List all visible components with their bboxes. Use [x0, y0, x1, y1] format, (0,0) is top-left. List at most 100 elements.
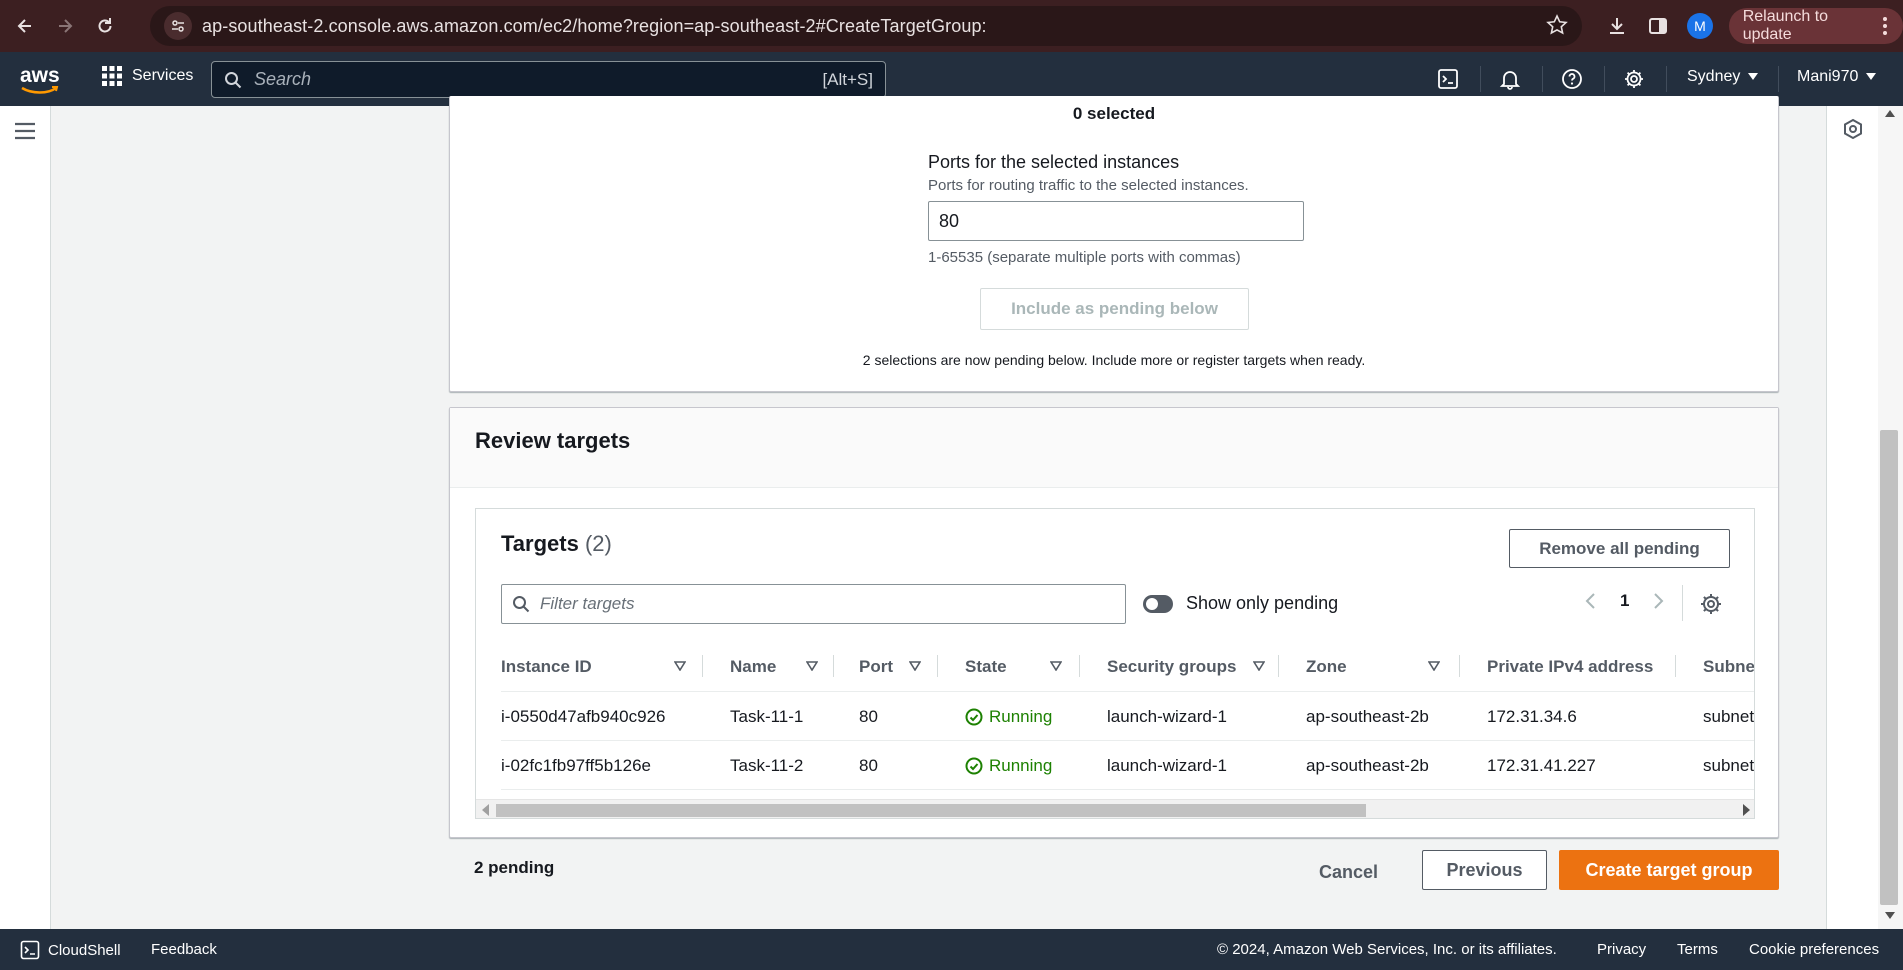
cloudshell-link[interactable]: CloudShell	[20, 940, 121, 960]
ports-description: Ports for routing traffic to the selecte…	[928, 177, 1249, 194]
column-header-subnet[interactable]: Subnet	[1703, 657, 1754, 677]
table-settings-gear-icon[interactable]	[1700, 593, 1722, 615]
table-row[interactable]: i-0550d47afb940c926 Task-11-1 80 Running…	[501, 692, 1754, 741]
column-divider	[937, 655, 938, 677]
state-label: Running	[989, 707, 1053, 726]
download-icon[interactable]	[1596, 8, 1638, 44]
address-bar[interactable]: ap-southeast-2.console.aws.amazon.com/ec…	[150, 6, 1582, 46]
column-divider	[1459, 655, 1460, 677]
sort-caret-icon[interactable]	[674, 661, 686, 671]
horizontal-scroll-thumb[interactable]	[496, 804, 1366, 817]
ports-hint: 1-65535 (separate multiple ports with co…	[928, 249, 1241, 266]
remove-all-pending-button[interactable]: Remove all pending	[1509, 529, 1730, 568]
console-footer: CloudShell Feedback © 2024, Amazon Web S…	[0, 929, 1903, 970]
nav-divider	[1666, 66, 1667, 92]
sort-caret-icon[interactable]	[1253, 661, 1265, 671]
cloudshell-icon[interactable]	[1435, 66, 1461, 92]
scroll-right-icon[interactable]	[1742, 804, 1750, 816]
previous-button[interactable]: Previous	[1422, 850, 1547, 890]
browser-actions: M Relaunch to update	[1596, 8, 1903, 44]
chevron-left-icon[interactable]	[1584, 592, 1596, 610]
more-vert-icon	[1883, 17, 1887, 35]
search-input[interactable]: Search [Alt+S]	[211, 61, 886, 98]
status-success-icon	[965, 708, 983, 726]
search-icon	[512, 595, 530, 613]
state-label: Running	[989, 756, 1053, 775]
available-instances-panel: 0 selected Ports for the selected instan…	[449, 96, 1779, 392]
notifications-bell-icon[interactable]	[1497, 66, 1523, 92]
left-navigation-rail	[0, 106, 51, 929]
reload-icon[interactable]	[88, 9, 122, 43]
show-only-pending-toggle[interactable]	[1143, 595, 1173, 613]
column-header-name[interactable]: Name	[730, 657, 776, 677]
create-target-group-button[interactable]: Create target group	[1559, 850, 1779, 890]
feedback-link[interactable]: Feedback	[151, 941, 217, 958]
terms-link[interactable]: Terms	[1677, 941, 1718, 958]
menu-hamburger-icon[interactable]	[15, 122, 35, 140]
chevron-right-icon[interactable]	[1653, 592, 1665, 610]
pending-message: 2 selections are now pending below. Incl…	[862, 352, 1366, 368]
column-header-port[interactable]: Port	[859, 657, 893, 677]
account-menu[interactable]: Mani970	[1797, 68, 1877, 86]
page-scrollbar-thumb[interactable]	[1880, 430, 1898, 905]
side-panel-icon[interactable]	[1638, 8, 1680, 44]
show-only-pending-label: Show only pending	[1186, 593, 1339, 613]
sort-caret-icon[interactable]	[806, 661, 818, 671]
cell-port: 80	[859, 756, 878, 775]
column-header-instance-id[interactable]: Instance ID	[501, 657, 592, 677]
cell-subnet: subnet	[1703, 756, 1755, 775]
targets-title: Targets (2)	[501, 531, 612, 557]
region-selector[interactable]: Sydney	[1687, 68, 1759, 86]
search-shortcut: [Alt+S]	[822, 69, 873, 89]
table-header: Instance ID Name Port State Security gro…	[501, 639, 1754, 692]
column-header-zone[interactable]: Zone	[1306, 657, 1347, 677]
info-panel-icon[interactable]	[1842, 118, 1864, 140]
pagination: 1	[1584, 591, 1665, 611]
sort-caret-icon[interactable]	[909, 661, 921, 671]
services-menu[interactable]: Services	[102, 66, 193, 86]
region-label: Sydney	[1687, 68, 1741, 85]
pager-divider	[1682, 585, 1683, 621]
column-header-security-groups[interactable]: Security groups	[1107, 657, 1236, 677]
cell-zone: ap-southeast-2b	[1306, 756, 1429, 775]
relaunch-button[interactable]: Relaunch to update	[1728, 8, 1903, 44]
cell-ipv4: 172.31.34.6	[1487, 707, 1577, 726]
column-header-state[interactable]: State	[965, 657, 1007, 677]
privacy-link[interactable]: Privacy	[1597, 941, 1646, 958]
cell-state: Running	[965, 707, 1052, 727]
sort-caret-icon[interactable]	[1428, 661, 1440, 671]
status-success-icon	[965, 757, 983, 775]
forward-icon[interactable]	[48, 9, 82, 43]
column-header-private-ipv4[interactable]: Private IPv4 address	[1487, 657, 1653, 677]
sort-caret-icon[interactable]	[1050, 661, 1062, 671]
current-page[interactable]: 1	[1620, 591, 1629, 611]
cloudshell-label: CloudShell	[48, 941, 121, 959]
filter-targets-input[interactable]: Filter targets	[501, 584, 1126, 624]
nav-divider	[1542, 66, 1543, 92]
table-horizontal-scrollbar[interactable]	[476, 799, 1754, 818]
review-targets-heading: Review targets	[450, 408, 1778, 488]
url-text: ap-southeast-2.console.aws.amazon.com/ec…	[202, 15, 987, 36]
profile-avatar[interactable]: M	[1679, 8, 1721, 44]
cancel-button[interactable]: Cancel	[1319, 862, 1378, 883]
scroll-left-icon[interactable]	[482, 804, 490, 816]
cookie-preferences-link[interactable]: Cookie preferences	[1749, 941, 1879, 958]
site-info-icon[interactable]	[164, 12, 192, 40]
include-as-pending-button[interactable]: Include as pending below	[980, 288, 1249, 330]
cell-name: Task-11-1	[730, 707, 804, 726]
help-icon[interactable]	[1559, 66, 1585, 92]
targets-table-container: Targets (2) Remove all pending Filter ta…	[475, 508, 1755, 819]
cell-instance-id: i-0550d47afb940c926	[501, 707, 666, 726]
cell-name: Task-11-2	[730, 756, 804, 775]
bookmark-star-icon[interactable]	[1546, 14, 1568, 36]
nav-divider	[1778, 66, 1779, 92]
nav-divider	[1480, 66, 1481, 92]
ports-input[interactable]: 80	[928, 201, 1304, 241]
cell-port: 80	[859, 707, 878, 726]
aws-logo[interactable]: aws	[20, 64, 60, 94]
back-icon[interactable]	[8, 9, 42, 43]
cell-security-groups: launch-wizard-1	[1107, 756, 1227, 775]
table-row[interactable]: i-02fc1fb97ff5b126e Task-11-2 80 Running…	[501, 741, 1755, 790]
caret-down-icon	[1866, 73, 1877, 81]
settings-gear-icon[interactable]	[1621, 66, 1647, 92]
